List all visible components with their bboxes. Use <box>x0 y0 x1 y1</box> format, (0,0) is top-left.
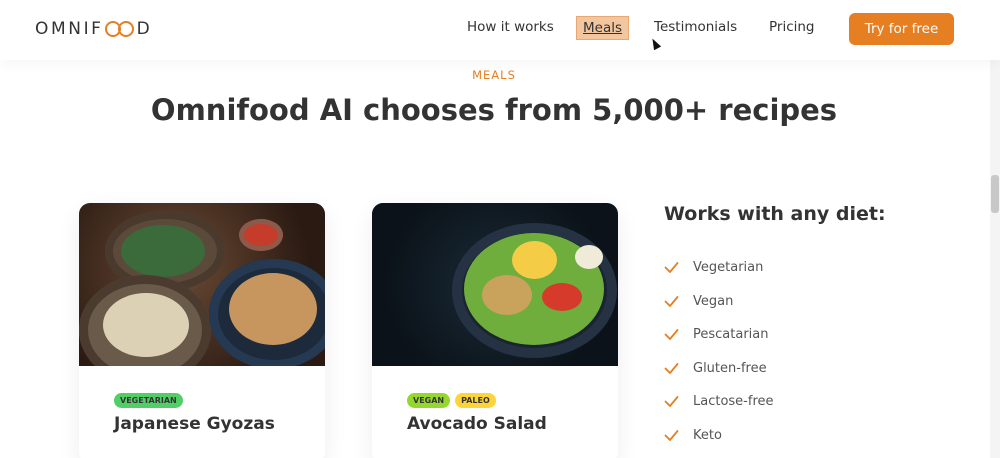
section-title: Omnifood AI chooses from 5,000+ recipes <box>150 93 838 127</box>
check-icon <box>664 295 679 307</box>
diet-list: Vegetarian Vegan Pescatarian Gluten-free… <box>664 251 964 452</box>
diet-item-label: Pescatarian <box>693 327 769 343</box>
diet-list-section: Works with any diet: Vegetarian Vegan Pe… <box>664 203 964 452</box>
vertical-scrollbar[interactable] <box>990 60 1000 458</box>
diet-list-item: Keto <box>664 419 964 453</box>
japanese-gyozas-image <box>79 203 325 366</box>
check-icon <box>664 429 679 441</box>
section-eyebrow: MEALS <box>472 68 516 82</box>
avocado-salad-image <box>372 203 618 366</box>
vegan-tag: VEGAN <box>407 393 451 408</box>
diet-list-item: Vegetarian <box>664 251 964 285</box>
diet-item-label: Gluten-free <box>693 360 767 376</box>
nav-meals-link[interactable]: Meals <box>576 16 630 40</box>
nav-testimonials-link[interactable]: Testimonials <box>654 19 737 35</box>
tag-list: VEGETARIAN <box>114 393 183 408</box>
meal-title-japanese-gyozas: Japanese Gyozas <box>114 414 275 434</box>
nav-meals-label: Meals <box>583 20 623 36</box>
site-header: OMNIF D How it works Meals Testimonials … <box>0 0 1000 60</box>
paleo-tag: PALEO <box>455 393 496 408</box>
check-icon <box>664 329 679 341</box>
tag-list: VEGAN PALEO <box>407 393 496 408</box>
scrollbar-thumb[interactable] <box>991 175 999 213</box>
diet-list-heading: Works with any diet: <box>664 203 886 225</box>
nav-pricing-link[interactable]: Pricing <box>769 19 815 35</box>
diet-list-item: Vegan <box>664 285 964 319</box>
check-icon <box>664 262 679 274</box>
vegetarian-tag: VEGETARIAN <box>114 393 183 408</box>
meal-card-avocado-salad[interactable]: VEGAN PALEO Avocado Salad <box>372 203 618 458</box>
check-icon <box>664 362 679 374</box>
check-icon <box>664 396 679 408</box>
meal-card-japanese-gyozas[interactable]: VEGETARIAN Japanese Gyozas <box>79 203 325 458</box>
diet-item-label: Vegan <box>693 293 734 309</box>
nav-how-it-works-link[interactable]: How it works <box>467 19 554 35</box>
try-for-free-button[interactable]: Try for free <box>849 13 954 45</box>
meal-title-avocado-salad: Avocado Salad <box>407 414 547 434</box>
diet-item-label: Lactose-free <box>693 394 774 410</box>
diet-list-item: Gluten-free <box>664 352 964 386</box>
diet-item-label: Vegetarian <box>693 260 764 276</box>
diet-list-item: Pescatarian <box>664 318 964 352</box>
diet-item-label: Keto <box>693 427 722 443</box>
diet-list-item: Lactose-free <box>664 385 964 419</box>
